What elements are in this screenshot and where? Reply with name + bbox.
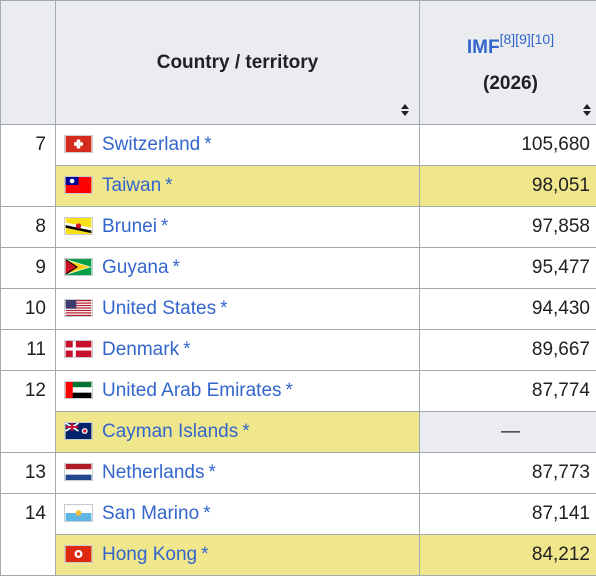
sm-flag-icon xyxy=(64,504,93,522)
table-row: 13 Netherlands * 87,773 xyxy=(0,452,596,494)
asterisk-link[interactable]: * xyxy=(242,421,249,442)
country-link[interactable]: Brunei xyxy=(102,216,157,237)
country-link[interactable]: San Marino xyxy=(102,503,199,524)
imf-references[interactable]: [8][9][10] xyxy=(500,31,554,47)
ch-flag-icon xyxy=(64,135,93,153)
value-cell: 98,051 xyxy=(419,165,596,207)
tw-flag-icon xyxy=(64,176,93,194)
asterisk-link[interactable]: * xyxy=(203,503,210,524)
country-link[interactable]: United Arab Emirates xyxy=(102,380,282,401)
country-cell: Cayman Islands * xyxy=(55,411,420,453)
table-row: 11 Denmark * 89,667 xyxy=(0,329,596,371)
gdp-per-capita-table: Country / territory IMF[8][9][10] (2026)… xyxy=(0,0,596,576)
table-row: Hong Kong * 84,212 xyxy=(1,534,596,576)
value-cell: 105,680 xyxy=(419,124,596,166)
imf-header[interactable]: IMF[8][9][10] (2026) xyxy=(419,0,596,125)
dk-flag-icon xyxy=(64,340,93,358)
table-row: 12 United Arab Emirates * 87,774 xyxy=(0,370,596,453)
ae-flag-icon xyxy=(64,381,93,399)
asterisk-link[interactable]: * xyxy=(204,134,211,155)
table-row: Taiwan * 98,051 xyxy=(1,165,596,207)
asterisk-link[interactable]: * xyxy=(165,175,172,196)
country-cell: Denmark * xyxy=(55,329,420,371)
rank-cell: 12 xyxy=(0,370,56,453)
country-cell: Hong Kong * xyxy=(55,534,420,576)
country-link[interactable]: Netherlands xyxy=(102,462,204,483)
country-cell: United Arab Emirates * xyxy=(55,370,420,412)
asterisk-link[interactable]: * xyxy=(220,298,227,319)
country-cell: San Marino * xyxy=(55,493,420,535)
asterisk-link[interactable]: * xyxy=(173,257,180,278)
rank-cell: 7 xyxy=(0,124,56,207)
value-cell: 89,667 xyxy=(419,329,596,371)
us-flag-icon xyxy=(64,299,93,317)
table-row: Cayman Islands * — xyxy=(1,411,596,453)
rank-cell: 11 xyxy=(0,329,56,371)
hk-flag-icon xyxy=(64,545,93,563)
country-cell: Guyana * xyxy=(55,247,420,289)
value-cell: 87,774 xyxy=(419,370,596,412)
asterisk-link[interactable]: * xyxy=(286,380,293,401)
asterisk-link[interactable]: * xyxy=(161,216,168,237)
nl-flag-icon xyxy=(64,463,93,481)
ky-flag-icon xyxy=(64,422,93,440)
country-cell: United States * xyxy=(55,288,420,330)
country-cell: Taiwan * xyxy=(55,165,420,207)
value-cell: 87,141 xyxy=(419,493,596,535)
country-link[interactable]: Guyana xyxy=(102,257,169,278)
country-cell: Switzerland * xyxy=(55,124,420,166)
country-link[interactable]: Denmark xyxy=(102,339,179,360)
value-cell: 84,212 xyxy=(419,534,596,576)
rank-cell: 8 xyxy=(0,206,56,248)
country-link[interactable]: Hong Kong xyxy=(102,544,197,565)
country-link[interactable]: Taiwan xyxy=(102,175,161,196)
imf-year: (2026) xyxy=(483,72,538,94)
table-row: 14 San Marino * 87,141 xyxy=(0,493,596,576)
table-row: 8 Brunei * 97,858 xyxy=(0,206,596,248)
asterisk-link[interactable]: * xyxy=(201,544,208,565)
sort-icon[interactable] xyxy=(401,104,409,116)
asterisk-link[interactable]: * xyxy=(208,462,215,483)
asterisk-link[interactable]: * xyxy=(183,339,190,360)
country-link[interactable]: Cayman Islands xyxy=(102,421,238,442)
gy-flag-icon xyxy=(64,258,93,276)
rank-cell: 10 xyxy=(0,288,56,330)
header-row: Country / territory IMF[8][9][10] (2026) xyxy=(0,0,596,125)
table-row: 9 Guyana * 95,477 xyxy=(0,247,596,289)
rank-cell: 13 xyxy=(0,452,56,494)
country-header[interactable]: Country / territory xyxy=(55,0,420,125)
value-cell: 95,477 xyxy=(419,247,596,289)
rank-header xyxy=(0,0,56,125)
imf-link[interactable]: IMF[8][9][10] xyxy=(467,31,554,58)
country-cell: Brunei * xyxy=(55,206,420,248)
rank-cell: 9 xyxy=(0,247,56,289)
value-cell: 94,430 xyxy=(419,288,596,330)
bn-flag-icon xyxy=(64,217,93,235)
table-row: 10 United States * 94,430 xyxy=(0,288,596,330)
rank-cell: 14 xyxy=(0,493,56,576)
sort-icon[interactable] xyxy=(583,104,591,116)
value-cell: — xyxy=(419,411,596,453)
country-link[interactable]: United States xyxy=(102,298,216,319)
table-row: 7 Switzerland * 105,680 xyxy=(0,124,596,207)
value-cell: 87,773 xyxy=(419,452,596,494)
country-link[interactable]: Switzerland xyxy=(102,134,200,155)
country-cell: Netherlands * xyxy=(55,452,420,494)
country-header-label: Country / territory xyxy=(156,51,319,73)
value-cell: 97,858 xyxy=(419,206,596,248)
